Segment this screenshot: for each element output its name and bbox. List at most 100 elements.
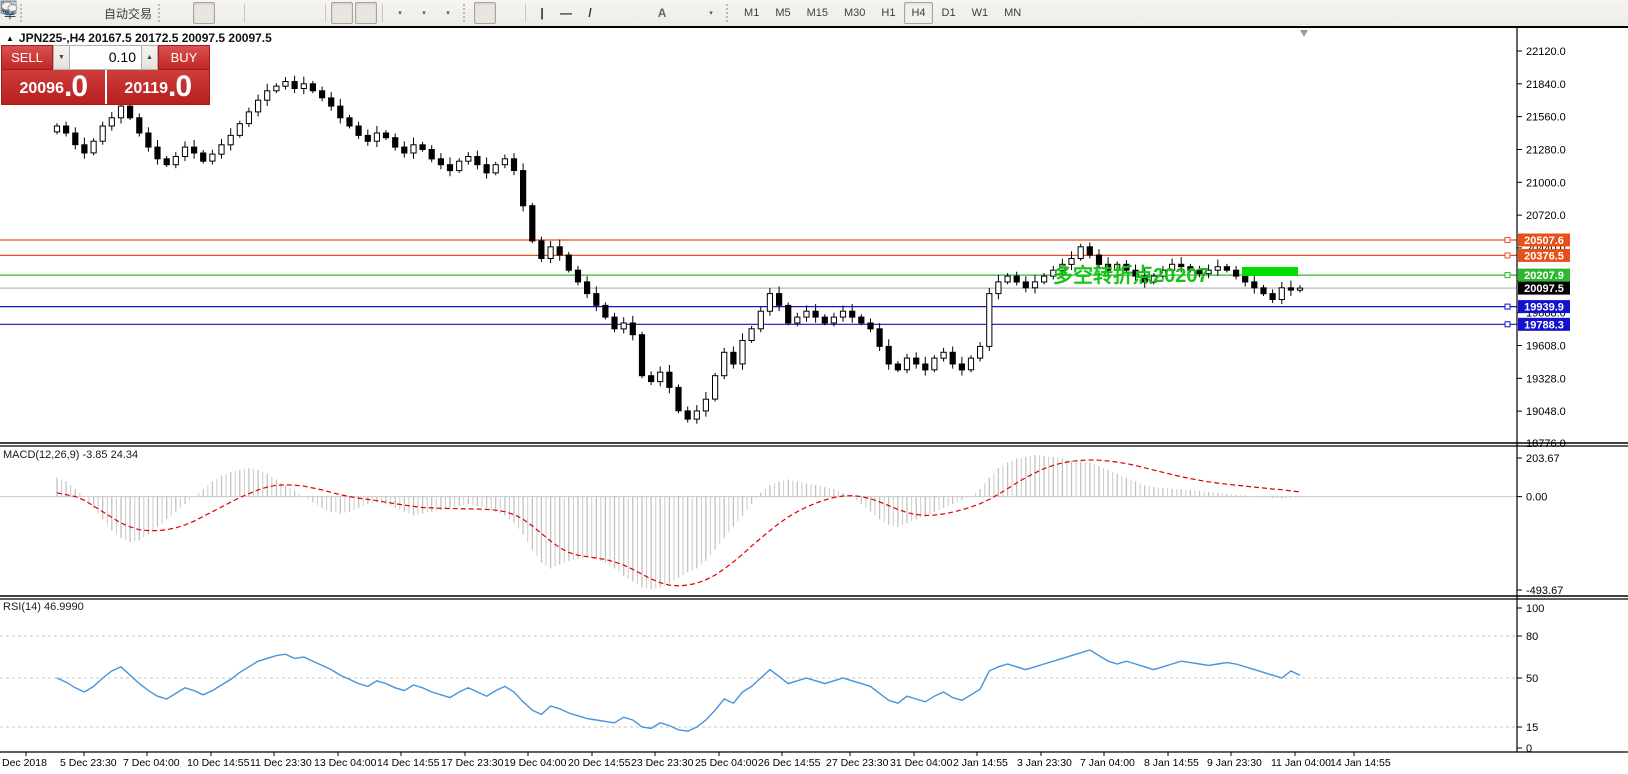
annotation-text[interactable]: 多空转折点20207 [1053,259,1209,288]
svg-text:20207.9: 20207.9 [1524,270,1564,282]
buy-price-main: 20119 [124,80,169,97]
svg-text:25 Dec 04:00: 25 Dec 04:00 [695,757,758,769]
bar-chart-mode-button[interactable] [1,2,191,24]
community-button[interactable] [1,1,1620,24]
svg-text:21000.0: 21000.0 [1526,177,1566,189]
tab-h4[interactable]: H4 [904,2,933,24]
text-label-tool[interactable]: T [1,1,697,24]
svg-text:19939.9: 19939.9 [1524,302,1564,314]
chart-canvas[interactable]: 22120.0 21840.0 21560.0 21280.0 21000.0 20720… [0,0,1628,774]
chart-title: ▲ JPN225-,H4 20167.5 20172.5 20097.5 200… [6,31,272,45]
svg-text:100: 100 [1526,603,1544,615]
signal-icon[interactable] [1,2,101,24]
auto-scroll-button[interactable] [1,2,354,24]
svg-text:9 Jan 23:30: 9 Jan 23:30 [1207,757,1262,769]
svg-text:0.00: 0.00 [1526,492,1547,504]
zoom-out-button[interactable] [2,2,296,24]
svg-text:21560.0: 21560.0 [1526,112,1566,124]
horizontal-line-tool[interactable]: — [555,2,577,24]
svg-text:22120.0: 22120.0 [1526,46,1566,58]
order-tag-icon[interactable] [0,0,53,24]
toolbar-grip [158,4,164,22]
chart-shift-button[interactable] [1,2,378,24]
svg-text:Dec 2018: Dec 2018 [2,757,47,769]
candlestick-mode-button[interactable] [1,2,216,24]
svg-text:23 Dec 23:30: 23 Dec 23:30 [631,757,694,769]
vertical-line-tool[interactable]: | [531,2,553,24]
fibonacci-tool[interactable]: F [2,2,649,24]
svg-text:21280.0: 21280.0 [1526,145,1566,157]
sell-price-button[interactable]: 20096 .0 [2,70,107,104]
svg-text:7 Dec 04:00: 7 Dec 04:00 [123,757,180,769]
panel-collapse-icon[interactable]: ▲ [6,34,14,43]
svg-text:19048.0: 19048.0 [1526,406,1566,418]
tab-mn[interactable]: MN [997,2,1028,24]
tab-m30[interactable]: M30 [837,2,872,24]
chat-bubbles-icon [1,1,18,14]
trendline-tool[interactable]: / [579,2,601,24]
autotrade-label: 自动交易 [104,6,153,21]
text-tool[interactable]: A [651,2,673,24]
tab-d1[interactable]: D1 [935,2,963,24]
svg-text:14 Jan 14:55: 14 Jan 14:55 [1330,757,1391,769]
tab-m15[interactable]: M15 [800,2,835,24]
autotrade-button[interactable]: 自动交易 [0,2,153,24]
dropdown-arrow-icon[interactable]: ▾ [422,9,426,17]
mt4-window: { "toolbar": { "cut_label": "单", "auto_t… [0,0,1628,774]
zoom-in-button[interactable] [2,2,272,24]
main-toolbar: 单 自动交易 ▾ ▾ [0,0,1628,28]
svg-text:19328.0: 19328.0 [1526,373,1566,385]
line-chart-mode-button[interactable] [1,2,239,24]
text-a-icon: A [657,6,667,20]
svg-text:80: 80 [1526,631,1538,643]
svg-text:19788.3: 19788.3 [1524,319,1564,331]
channel-tool[interactable]: E [1,2,625,24]
vline-icon: | [540,6,544,20]
sell-button[interactable]: SELL [1,45,53,70]
tab-m1[interactable]: M1 [737,2,766,24]
svg-text:19608.0: 19608.0 [1526,341,1566,353]
svg-text:5 Dec 23:30: 5 Dec 23:30 [60,757,117,769]
dropdown-arrow-icon[interactable]: ▾ [446,9,450,17]
tab-h1[interactable]: H1 [874,2,902,24]
dropdown-arrow-icon[interactable]: ▾ [398,9,402,17]
svg-text:10 Dec 14:55: 10 Dec 14:55 [187,757,250,769]
svg-text:8 Jan 14:55: 8 Jan 14:55 [1144,757,1199,769]
volume-decrease-button[interactable]: ▼ [53,45,70,70]
tab-m5[interactable]: M5 [768,2,797,24]
rsi-indicator-label: RSI(14) 46.9990 [3,601,84,613]
search-button[interactable] [1,1,1596,24]
profile-icon[interactable] [2,1,77,24]
svg-text:2 Jan 14:55: 2 Jan 14:55 [953,757,1008,769]
volume-increase-button[interactable]: ▲ [141,45,158,70]
svg-text:26 Dec 14:55: 26 Dec 14:55 [758,757,821,769]
svg-text:20720.0: 20720.0 [1526,210,1566,222]
indicators-button[interactable]: ▾ [1,0,410,24]
buy-price-pips: .0 [168,70,192,103]
svg-text:31 Dec 04:00: 31 Dec 04:00 [890,757,953,769]
buy-price-button[interactable]: 20119 .0 [107,70,210,104]
buy-button[interactable]: BUY [158,45,210,70]
dropdown-arrow-icon[interactable]: ▾ [709,9,713,17]
toolbar-grip [726,4,732,22]
arrows-tool[interactable]: ▾ [2,1,721,24]
sell-price-main: 20096 [19,80,64,97]
toolbar-grip [463,4,469,22]
svg-text:20376.5: 20376.5 [1524,250,1564,262]
tile-windows-button[interactable] [0,1,320,24]
templates-button[interactable]: ▾ [0,0,458,24]
crosshair-button[interactable] [1,1,520,24]
macd-indicator-label: MACD(12,26,9) -3.85 24.34 [3,449,139,461]
svg-text:17 Dec 23:30: 17 Dec 23:30 [441,757,504,769]
svg-text:20 Dec 14:55: 20 Dec 14:55 [568,757,631,769]
toolbar-separator [525,4,527,22]
one-click-trading-panel: SELL ▼ 0.10 ▲ BUY 20096 .0 20119 .0 [1,45,210,105]
svg-text:11 Jan 04:00: 11 Jan 04:00 [1271,757,1331,769]
tab-w1[interactable]: W1 [965,2,996,24]
periods-button[interactable]: ▾ [0,0,434,24]
cursor-button[interactable] [3,1,497,24]
volume-input[interactable]: 0.10 [70,45,141,70]
svg-text:21840.0: 21840.0 [1526,79,1566,91]
svg-text:19 Dec 04:00: 19 Dec 04:00 [504,757,567,769]
svg-text:203.67: 203.67 [1526,453,1560,465]
